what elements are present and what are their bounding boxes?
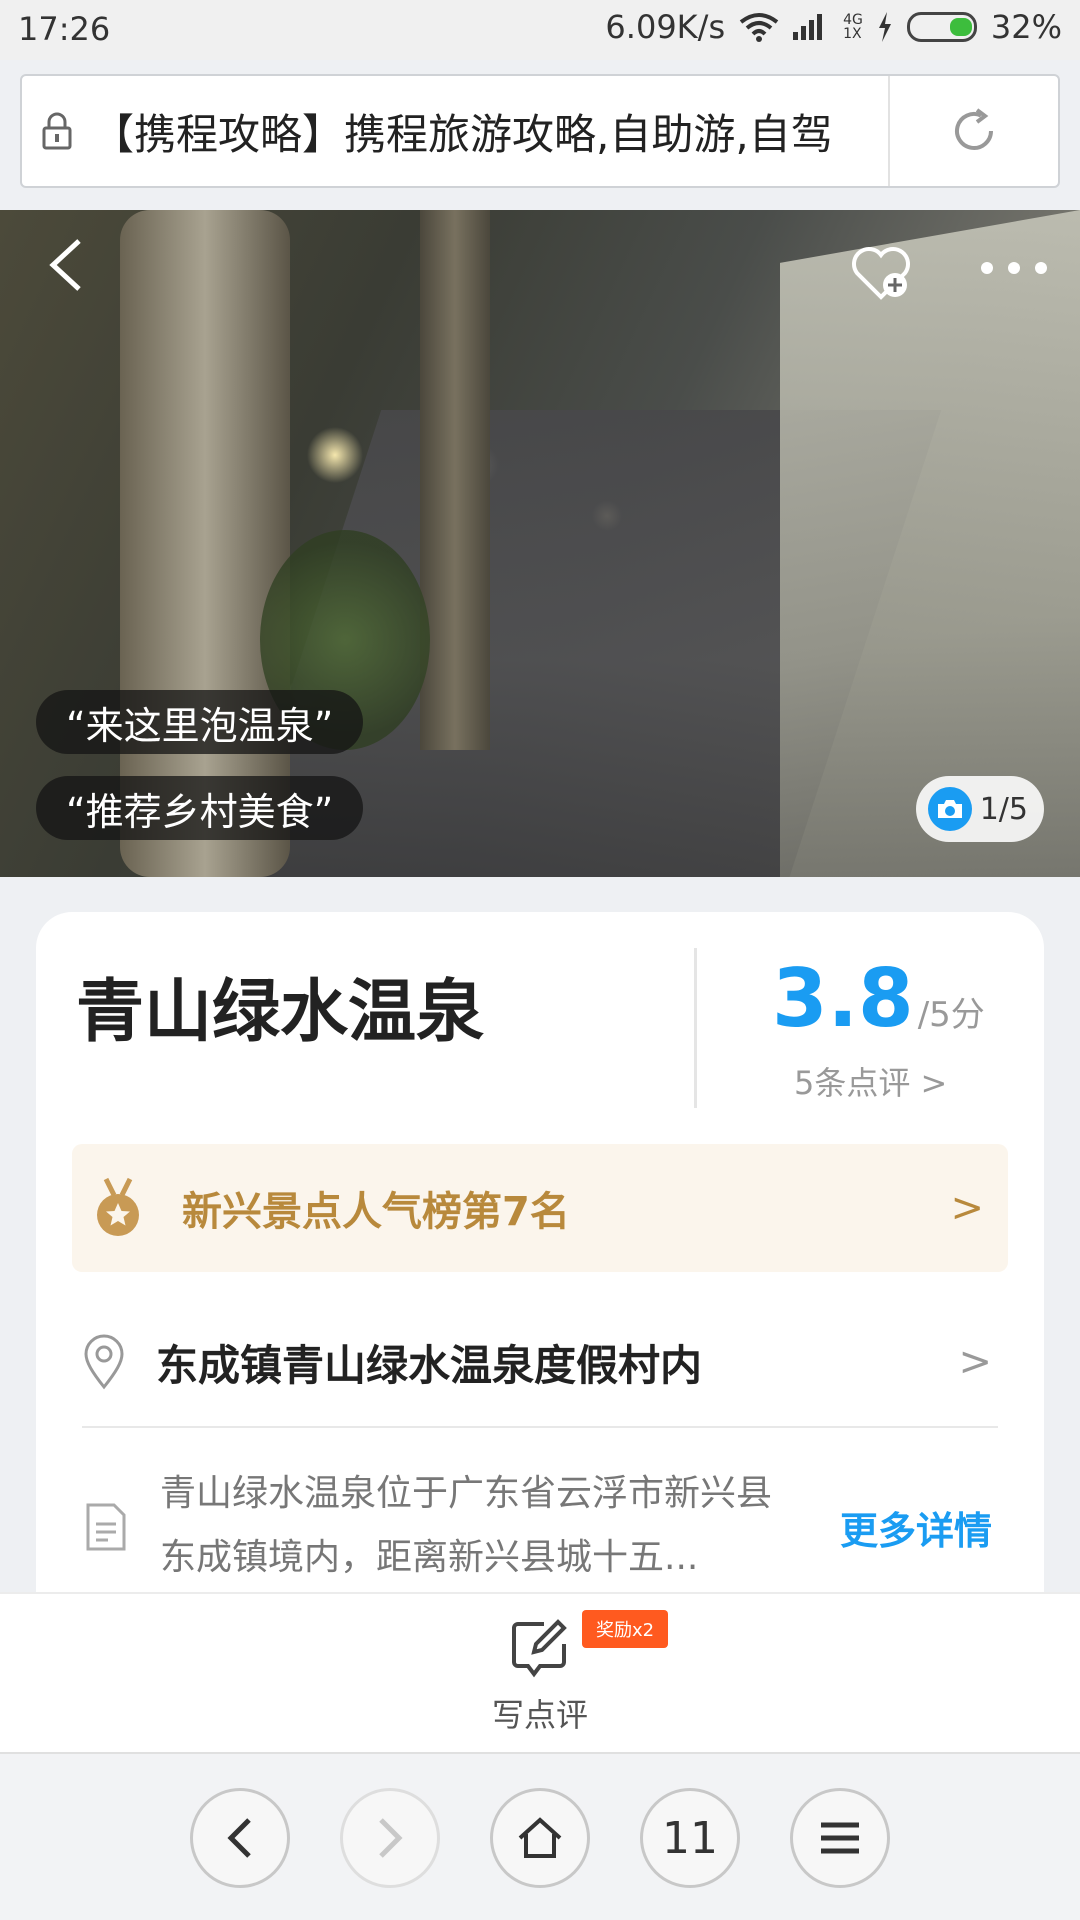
back-arrow-icon	[49, 239, 81, 291]
location-pin-icon	[84, 1334, 124, 1390]
ranking-text: 新兴景点人气榜第7名	[182, 1189, 570, 1235]
rating-max: /5分	[917, 995, 985, 1035]
chevron-left-icon	[227, 1818, 251, 1858]
review-tag-food[interactable]: “推荐乡村美食”	[36, 776, 364, 840]
nav-tabs-button[interactable]: 11	[640, 1788, 740, 1888]
status-icons: 6.09K/s 4G 1X 32%	[605, 8, 1062, 46]
description-row[interactable]: 青山绿水温泉位于广东省云浮市新兴县东成镇境内，距离新兴县城十五... 更多详情	[82, 1462, 1012, 1602]
divider	[82, 1426, 998, 1428]
home-icon	[518, 1817, 562, 1858]
reward-badge: 奖励x2	[582, 1610, 669, 1648]
net-speed: 6.09K/s	[605, 8, 726, 46]
write-review-bar: 写点评 奖励x2	[0, 1592, 1080, 1752]
tab-count: 11	[662, 1812, 718, 1864]
address-text: 东成镇青山绿水温泉度假村内	[156, 1340, 703, 1390]
chevron-right-icon	[379, 1818, 403, 1858]
document-icon	[86, 1503, 126, 1551]
photo-count-text: 1/5	[979, 791, 1028, 827]
browser-address-bar[interactable]: 【携程攻略】携程旅游攻略,自助游,自驾	[20, 74, 1060, 188]
review-tag-hotspring[interactable]: “来这里泡温泉”	[36, 690, 364, 754]
address-row[interactable]: 东成镇青山绿水温泉度假村内 >	[82, 1312, 1002, 1412]
refresh-button[interactable]	[888, 76, 1058, 186]
photo-counter[interactable]: 1/5	[915, 776, 1044, 842]
reviews-link[interactable]: 5条点评 >	[794, 1058, 947, 1104]
more-dots-icon	[981, 262, 1047, 274]
charging-icon	[878, 12, 891, 42]
wifi-icon	[739, 13, 779, 42]
camera-icon	[927, 787, 972, 831]
medal-icon	[97, 1177, 139, 1236]
more-button[interactable]	[974, 238, 1054, 298]
battery-icon	[906, 12, 977, 42]
hero-photo[interactable]: “来这里泡温泉” “推荐乡村美食” 1/5	[0, 210, 1080, 877]
battery-percent: 32%	[990, 8, 1062, 46]
chevron-right-icon: >	[950, 1185, 984, 1231]
network-type: 4G 1X	[843, 12, 863, 42]
chevron-right-icon: >	[958, 1339, 992, 1385]
status-time: 17:26	[18, 10, 111, 48]
rating: 3.8 /5分	[772, 952, 985, 1045]
nav-menu-button[interactable]	[790, 1788, 890, 1888]
back-button[interactable]	[30, 230, 100, 300]
attraction-info-card: 青山绿水温泉 3.8 /5分 5条点评 > 新兴景点人气榜第7名 > 东成镇青山…	[36, 912, 1044, 1632]
nav-forward-button[interactable]	[340, 1788, 440, 1888]
lock-icon	[22, 112, 92, 150]
browser-nav-bar: 11	[0, 1752, 1080, 1920]
menu-icon	[821, 1822, 859, 1854]
write-review-label: 写点评	[491, 1696, 588, 1734]
signal-icon	[793, 14, 823, 40]
rating-score: 3.8	[772, 952, 914, 1045]
divider	[694, 948, 697, 1108]
description-text: 青山绿水温泉位于广东省云浮市新兴县东成镇境内，距离新兴县城十五...	[160, 1473, 773, 1578]
status-bar: 17:26 6.09K/s 4G 1X 32%	[0, 0, 1080, 60]
url-text[interactable]: 【携程攻略】携程旅游攻略,自助游,自驾	[92, 101, 888, 162]
attraction-name: 青山绿水温泉	[76, 973, 485, 1052]
more-details-link[interactable]: 更多详情	[840, 1500, 992, 1555]
heart-plus-icon	[852, 247, 910, 300]
favorite-button[interactable]	[846, 238, 916, 308]
edit-icon	[512, 1619, 567, 1678]
ranking-row[interactable]: 新兴景点人气榜第7名 >	[72, 1144, 1008, 1272]
nav-home-button[interactable]	[490, 1788, 590, 1888]
refresh-icon	[955, 108, 993, 150]
nav-back-button[interactable]	[190, 1788, 290, 1888]
